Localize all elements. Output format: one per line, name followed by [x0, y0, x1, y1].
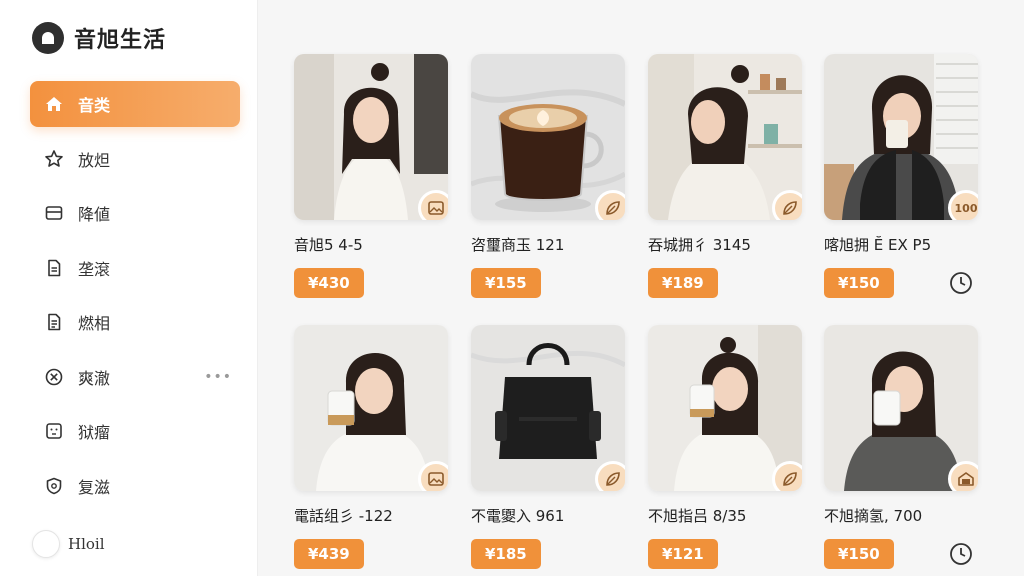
sidebar-item-label: 狱瘤 — [78, 423, 111, 442]
document-icon — [48, 259, 61, 276]
product-title: 不電夓入 961 — [471, 507, 565, 525]
price-tag[interactable]: ¥150 — [824, 268, 894, 298]
price-tag[interactable]: ¥121 — [648, 539, 718, 569]
product-image[interactable] — [471, 54, 625, 220]
price-tag[interactable]: ¥430 — [294, 268, 364, 298]
leaf-icon — [595, 190, 625, 220]
product-image[interactable] — [648, 325, 802, 491]
user-profile[interactable]: Hloil — [32, 530, 105, 558]
inbox-icon — [45, 206, 63, 220]
clock-icon[interactable] — [948, 270, 974, 296]
product-title: 吞城拥彳 3145 — [648, 236, 751, 254]
product-title: 喀旭拥 Ĕ EX P5 — [824, 236, 932, 254]
sidebar: 音旭生活 音类 放炟 降値 垄滾 燃相 爽澈 ••• 狱瘤 复滋 Hloil — [0, 0, 258, 576]
product-card[interactable]: 100 喀旭拥 Ĕ EX P5 ¥150 — [824, 54, 978, 298]
sidebar-item-6[interactable]: 狱瘤 — [30, 408, 240, 454]
product-title: 音旭5 4-5 — [294, 236, 363, 254]
sidebar-item-1[interactable]: 放炟 — [30, 136, 240, 182]
circle-x-icon — [45, 368, 63, 385]
product-title: 咨璽商玉 121 — [471, 236, 565, 254]
sidebar-item-label: 音类 — [78, 96, 111, 115]
price-tag[interactable]: ¥439 — [294, 539, 364, 569]
product-card[interactable]: 電話组彡 -122 ¥439 — [294, 325, 448, 569]
sidebar-item-3[interactable]: 垄滾 — [30, 245, 240, 291]
sidebar-item-4[interactable]: 燃相 — [30, 299, 240, 345]
leaf-icon — [772, 190, 802, 220]
image-icon — [418, 461, 448, 491]
shield-icon — [46, 477, 62, 494]
sidebar-item-label: 复滋 — [78, 477, 111, 497]
sidebar-item-label: 放炟 — [78, 150, 111, 170]
product-card[interactable]: 不旭摘氢, 700 ¥150 — [824, 325, 978, 569]
user-name: Hloil — [68, 535, 105, 553]
product-card[interactable]: 吞城拥彳 3145 ¥189 — [648, 54, 802, 298]
price-tag[interactable]: ¥155 — [471, 268, 541, 298]
sidebar-item-7[interactable]: 复滋 — [30, 463, 240, 509]
clock-icon[interactable] — [948, 541, 974, 567]
face-icon — [46, 423, 62, 439]
sidebar-item-0[interactable]: 音类 — [30, 81, 240, 127]
sidebar-item-label: 垄滾 — [78, 259, 111, 279]
avatar — [32, 530, 60, 558]
product-card[interactable]: 音旭5 4-5 ¥430 — [294, 54, 448, 298]
sidebar-nav: 音类 放炟 降値 垄滾 燃相 爽澈 ••• 狱瘤 复滋 — [30, 81, 240, 517]
price-tag[interactable]: ¥185 — [471, 539, 541, 569]
sidebar-item-label: 燃相 — [78, 314, 111, 333]
product-image[interactable] — [648, 54, 802, 220]
product-card[interactable]: 不旭指吕 8/35 ¥121 — [648, 325, 802, 569]
leaf-icon — [595, 461, 625, 491]
document-lines-icon — [48, 313, 61, 331]
frame-icon — [948, 461, 978, 491]
badge-label: 100 — [948, 190, 978, 220]
app-title: 音旭生活 — [74, 28, 167, 53]
product-card[interactable]: 咨璽商玉 121 ¥155 — [471, 54, 625, 298]
leaf-icon — [772, 461, 802, 491]
image-icon — [418, 190, 448, 220]
price-tag[interactable]: ¥150 — [824, 539, 894, 569]
more-icon[interactable]: ••• — [204, 369, 232, 385]
product-image[interactable] — [824, 325, 978, 491]
product-title: 電話组彡 -122 — [294, 507, 393, 525]
product-image[interactable]: 100 — [824, 54, 978, 220]
sidebar-item-label: 降値 — [78, 205, 111, 224]
product-image[interactable] — [471, 325, 625, 491]
product-title: 不旭摘氢, 700 — [824, 507, 923, 525]
sidebar-item-2[interactable]: 降値 — [30, 190, 240, 236]
product-image[interactable] — [294, 54, 448, 220]
home-icon — [46, 97, 62, 111]
brand[interactable]: 音旭生活 — [32, 22, 166, 54]
product-title: 不旭指吕 8/35 — [648, 507, 747, 525]
star-icon — [45, 149, 63, 167]
sidebar-item-5[interactable]: 爽澈 ••• — [30, 354, 240, 400]
sidebar-item-label: 爽澈 — [78, 368, 111, 388]
price-tag[interactable]: ¥189 — [648, 268, 718, 298]
product-image[interactable] — [294, 325, 448, 491]
brand-logo-icon — [32, 22, 64, 54]
product-card[interactable]: 不電夓入 961 ¥185 — [471, 325, 625, 569]
